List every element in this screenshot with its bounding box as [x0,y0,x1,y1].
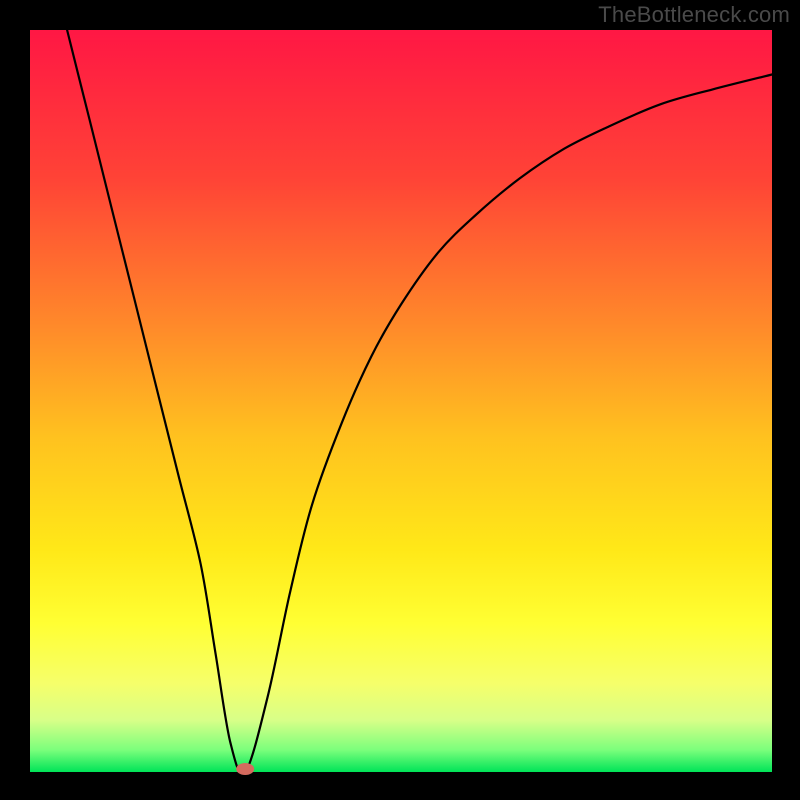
bottleneck-chart [0,0,800,800]
plot-background [30,30,772,772]
chart-frame: TheBottleneck.com [0,0,800,800]
watermark-text: TheBottleneck.com [598,2,790,28]
optimum-marker [236,763,254,775]
